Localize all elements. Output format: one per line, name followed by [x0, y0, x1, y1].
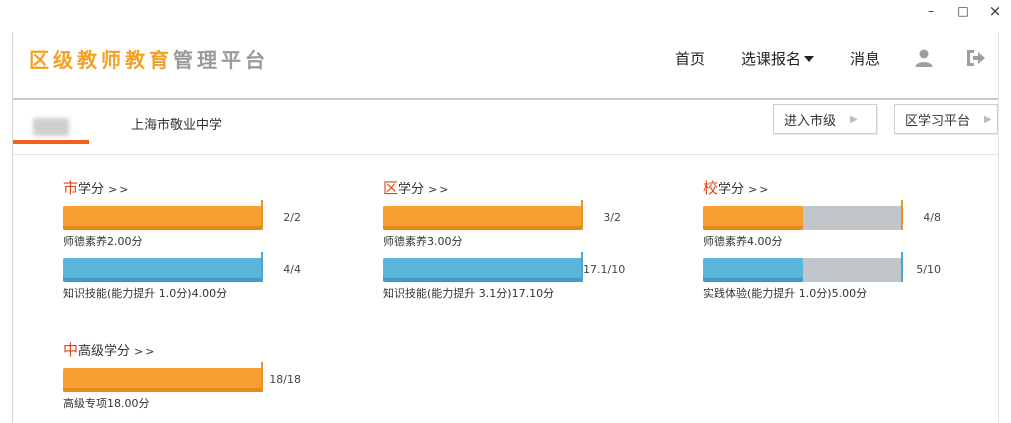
progress-value: 2/2 — [283, 211, 301, 224]
progress-fill — [63, 258, 263, 282]
credit-label: 高级专项18.00分 — [63, 397, 150, 410]
caret-down-icon — [803, 56, 814, 62]
main-nav: 首页 选课报名 消息 — [657, 32, 998, 84]
chevron-right-icon: ▶ — [984, 113, 992, 125]
header: 区级教师教育管理平台 首页 选课报名 消息 — [13, 32, 998, 100]
progress-value: 18/18 — [269, 373, 301, 386]
section-title[interactable]: 市学分 >> — [63, 178, 227, 198]
progress-fill — [383, 206, 583, 230]
progress-value: 3/2 — [603, 211, 621, 224]
progress-bar: 2/2 — [63, 200, 301, 232]
frame-right-border — [998, 32, 999, 423]
section-title-highlight: 区 — [383, 179, 399, 197]
credit-label: 知识技能(能力提升 1.0分)4.00分 — [63, 287, 228, 300]
credit-section-city: 市学分 >> 2/2 师德素养2.00分 4/4 知识技能(能力提升 1.0分)4… — [63, 178, 301, 302]
section-title[interactable]: 区学分 >> — [383, 178, 554, 198]
credit-section-district: 区学分 >> 3/2 师德素养3.00分 17.1/10 知识技能(能力提升 3.… — [383, 178, 625, 302]
app-logo[interactable]: 区级教师教育管理平台 — [29, 46, 269, 74]
progress-value: 4/8 — [923, 211, 941, 224]
logo-part-secondary: 管理平台 — [173, 48, 269, 72]
nav-home[interactable]: 首页 — [675, 48, 705, 69]
progress-fill — [703, 258, 803, 282]
window-controls: – □ × — [915, 0, 1011, 22]
credit-item: 4/8 师德素养4.00分 — [703, 200, 941, 250]
credit-label: 师德素养4.00分 — [703, 235, 783, 248]
progress-value: 17.1/10 — [583, 263, 626, 276]
more-link: >> — [108, 183, 131, 196]
section-title[interactable]: 校学分 >> — [703, 178, 867, 198]
district-platform-label: 区学习平台 — [905, 113, 971, 129]
section-title-text: 学分 — [398, 182, 425, 197]
more-link: >> — [134, 345, 157, 358]
progress-fill — [383, 258, 583, 282]
maximize-button[interactable]: □ — [947, 0, 979, 22]
more-link: >> — [748, 183, 771, 196]
sub-bar: 上海市敬业中学 进入市级 ▶ 区学习平台 ▶ — [13, 100, 998, 155]
progress-fill — [63, 368, 263, 392]
nav-course-registration[interactable]: 选课报名 — [741, 48, 814, 69]
progress-bar: 3/2 — [383, 200, 621, 232]
enter-city-label: 进入市级 — [784, 113, 837, 129]
section-title[interactable]: 中高级学分 >> — [63, 340, 156, 360]
credit-item: 17.1/10 知识技能(能力提升 3.1分)17.10分 — [383, 252, 625, 302]
section-title-text: 高级学分 — [78, 344, 131, 359]
progress-bar: 4/8 — [703, 200, 941, 232]
progress-fill — [703, 206, 803, 230]
credit-item: 5/10 实践体验(能力提升 1.0分)5.00分 — [703, 252, 941, 302]
logout-icon[interactable] — [964, 46, 988, 70]
section-title-highlight: 校 — [703, 179, 719, 197]
nav-course-registration-label: 选课报名 — [740, 49, 801, 68]
progress-bar: 4/4 — [63, 252, 301, 284]
credit-label: 知识技能(能力提升 3.1分)17.10分 — [383, 287, 555, 300]
progress-bar: 5/10 — [703, 252, 941, 284]
credit-label: 师德素养3.00分 — [383, 235, 463, 248]
active-tab-indicator — [13, 140, 89, 144]
progress-value: 5/10 — [916, 263, 941, 276]
section-title-text: 学分 — [78, 182, 105, 197]
avatar — [33, 118, 69, 136]
more-link: >> — [428, 183, 451, 196]
credit-item: 2/2 师德素养2.00分 — [63, 200, 301, 250]
credit-section-school: 校学分 >> 4/8 师德素养4.00分 5/10 实践体验(能力提升 1.0分)… — [703, 178, 941, 302]
credit-item: 4/4 知识技能(能力提升 1.0分)4.00分 — [63, 252, 301, 302]
enter-city-button[interactable]: 进入市级 ▶ — [773, 104, 877, 134]
credit-label: 师德素养2.00分 — [63, 235, 143, 248]
school-name: 上海市敬业中学 — [131, 118, 223, 133]
credit-label: 实践体验(能力提升 1.0分)5.00分 — [703, 287, 868, 300]
section-title-text: 学分 — [718, 182, 745, 197]
minimize-button[interactable]: – — [915, 0, 947, 22]
user-icon[interactable] — [912, 46, 936, 70]
close-button[interactable]: × — [979, 0, 1011, 22]
progress-bar: 17.1/10 — [383, 252, 625, 284]
credit-item: 18/18 高级专项18.00分 — [63, 362, 301, 412]
progress-bar: 18/18 — [63, 362, 301, 394]
section-title-highlight: 市 — [63, 179, 79, 197]
credit-section-senior: 中高级学分 >> 18/18 高级专项18.00分 — [63, 340, 301, 412]
progress-fill — [63, 206, 263, 230]
chevron-right-icon: ▶ — [850, 113, 858, 125]
logo-part-primary: 区级教师教育 — [29, 48, 173, 72]
section-title-highlight: 中 — [63, 341, 79, 359]
nav-messages[interactable]: 消息 — [850, 48, 880, 69]
credit-item: 3/2 师德素养3.00分 — [383, 200, 621, 250]
district-platform-button[interactable]: 区学习平台 ▶ — [894, 104, 998, 134]
progress-value: 4/4 — [283, 263, 301, 276]
